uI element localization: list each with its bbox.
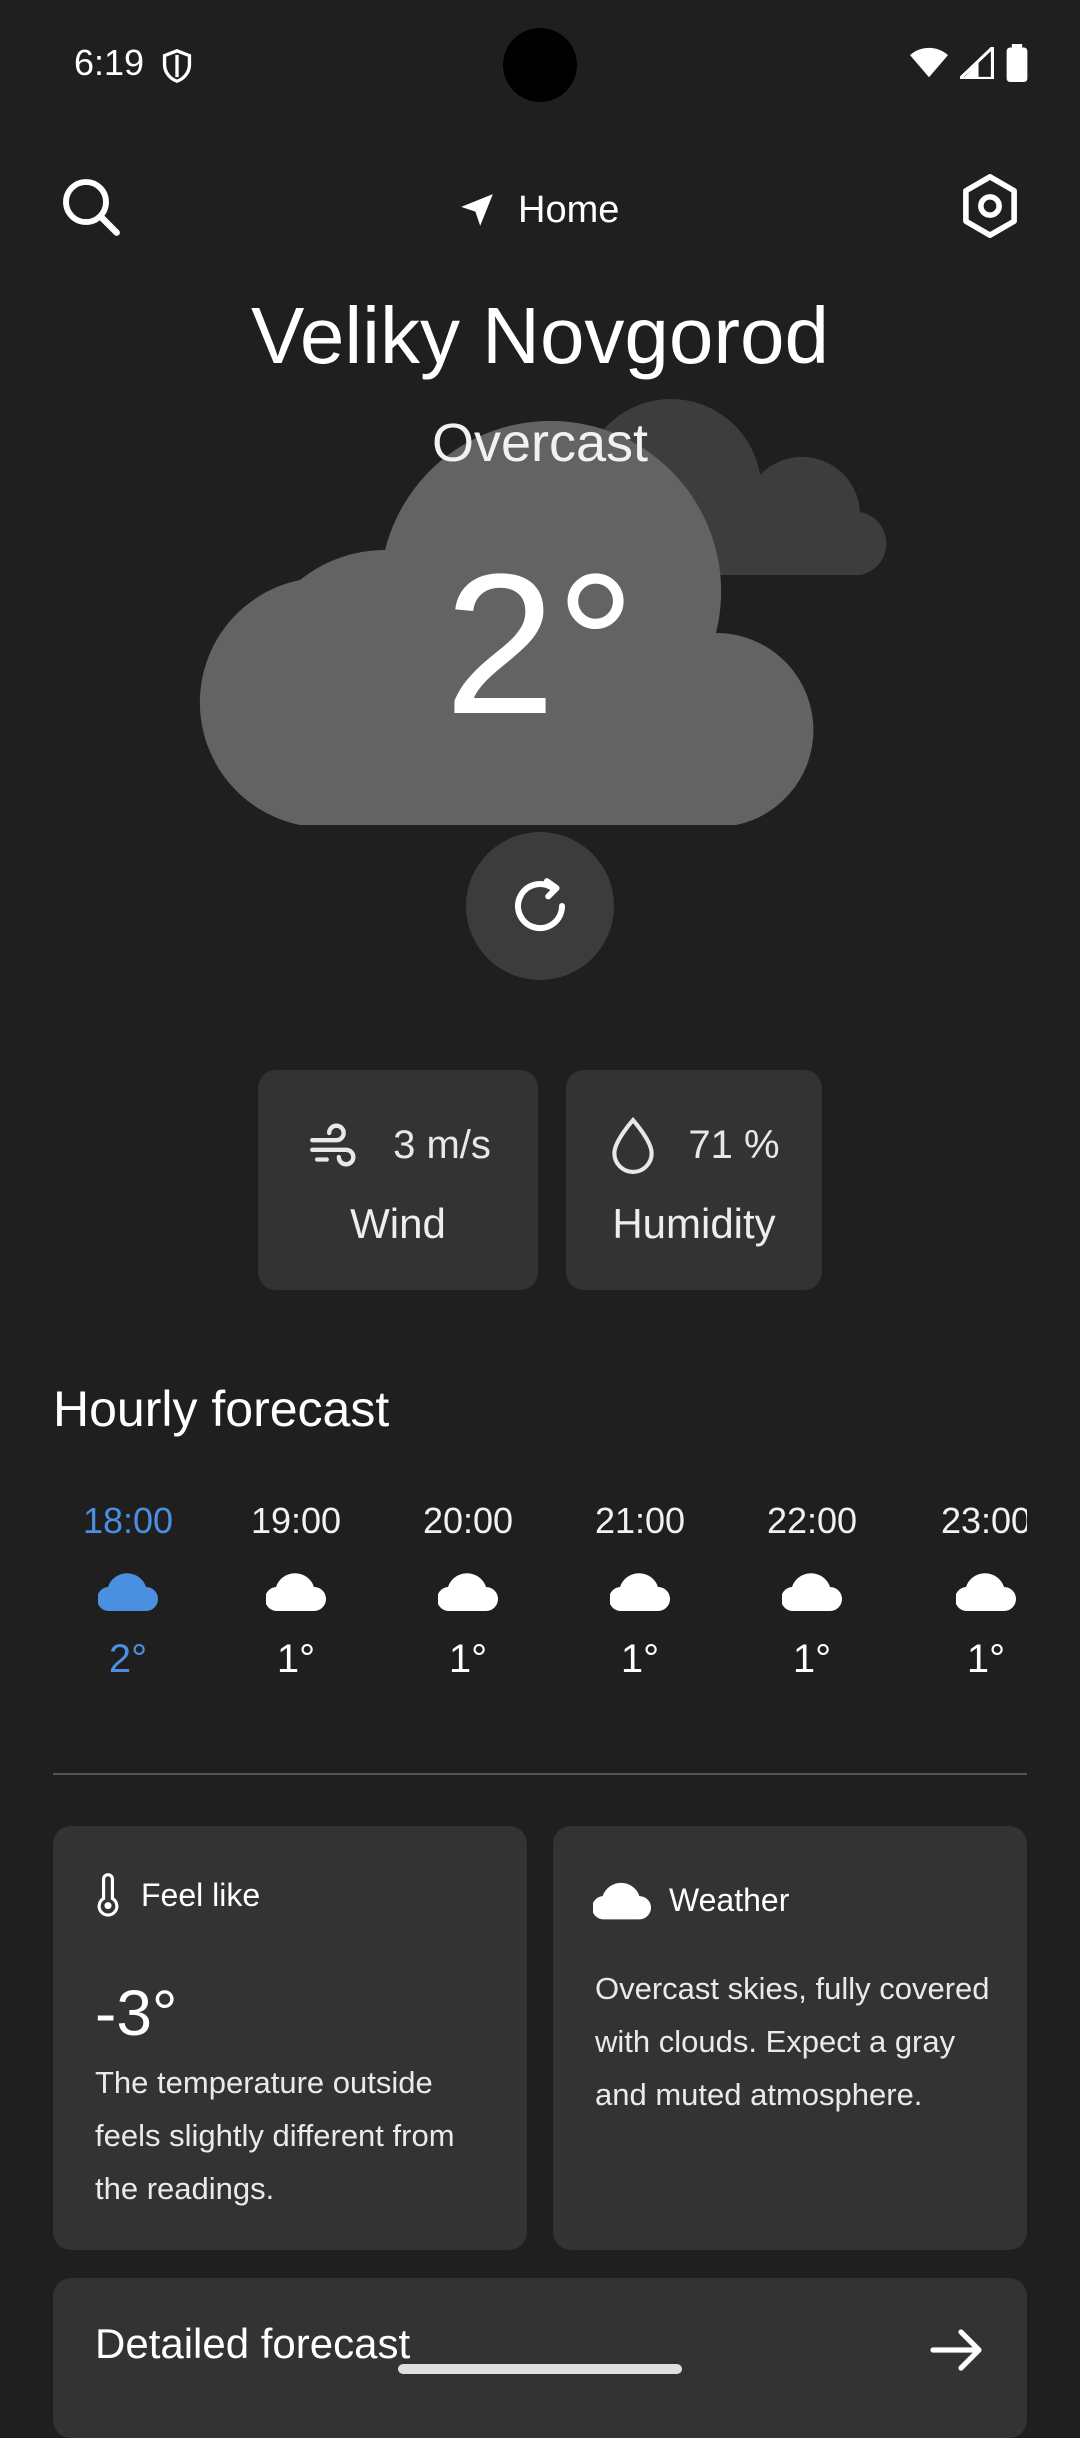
hour-time: 19:00 xyxy=(250,1500,342,1541)
hour-time: 20:00 xyxy=(422,1500,514,1541)
cloud-icon xyxy=(593,1882,651,1920)
settings-button[interactable] xyxy=(952,168,1028,244)
detailed-forecast-label: Detailed forecast xyxy=(95,2320,411,2367)
humidity-label: Humidity xyxy=(612,1200,776,1247)
hourly-forecast-list[interactable]: 18:00 2° 19:00 1° 20:00 1° 21:00 1° 22:0… xyxy=(53,1500,1027,1730)
hour-temp: 1° xyxy=(276,1637,316,1681)
signal-icon xyxy=(960,47,994,79)
home-indicator[interactable] xyxy=(398,2364,682,2374)
feel-like-text: The temperature outside feels slightly d… xyxy=(95,2065,455,2206)
weather-condition: Overcast xyxy=(431,413,649,473)
thermometer-icon xyxy=(97,1873,119,1917)
cloud-icon xyxy=(96,1573,158,1612)
droplet-icon xyxy=(612,1117,655,1174)
hour-time: 22:00 xyxy=(766,1500,858,1541)
wind-icon xyxy=(310,1123,356,1167)
cloud-icon xyxy=(954,1573,1016,1612)
hour-item[interactable]: 20:00 1° xyxy=(393,1500,543,1682)
refresh-button[interactable] xyxy=(466,832,614,980)
navigation-arrow-icon xyxy=(461,194,493,226)
shield-icon xyxy=(162,48,192,83)
hour-time: 18:00 xyxy=(82,1500,174,1541)
weather-card-title: Weather xyxy=(669,1881,790,1918)
camera-cutout xyxy=(503,28,577,102)
hour-time: 23:00 xyxy=(940,1500,1027,1541)
wind-label: Wind xyxy=(350,1200,446,1247)
hour-time: 21:00 xyxy=(594,1500,686,1541)
location-selector[interactable]: Home xyxy=(458,180,619,240)
hour-item[interactable]: 19:00 1° xyxy=(221,1500,371,1682)
cloud-icon xyxy=(436,1573,498,1612)
search-button[interactable] xyxy=(52,168,128,244)
location-label: Home xyxy=(518,188,620,231)
status-time: 6:19 xyxy=(74,42,145,83)
current-temperature: 2° xyxy=(444,533,636,756)
hourly-forecast-title: Hourly forecast xyxy=(53,1381,390,1437)
city-name: Veliky Novgorod xyxy=(250,291,830,380)
weather-card: Weather Overcast skies, fully covered wi… xyxy=(553,1826,1027,2250)
cloud-icon xyxy=(780,1573,842,1612)
divider xyxy=(53,1773,1027,1775)
hour-temp: 1° xyxy=(792,1637,832,1681)
refresh-icon xyxy=(514,878,566,932)
feel-like-card: Feel like -3° The temperature outside fe… xyxy=(53,1826,527,2250)
gear-icon xyxy=(963,174,1017,238)
hour-temp: 2° xyxy=(108,1637,148,1681)
weather-card-text: Overcast skies, fully covered with cloud… xyxy=(595,1971,990,2112)
search-icon xyxy=(63,179,120,236)
hour-temp: 1° xyxy=(620,1637,660,1681)
cloud-icon xyxy=(608,1573,670,1612)
detailed-forecast-button[interactable]: Detailed forecast xyxy=(53,2278,1027,2438)
humidity-value: 71 % xyxy=(688,1122,780,1167)
feel-like-title: Feel like xyxy=(141,1876,261,1913)
hour-item[interactable]: 23:00 1° xyxy=(911,1500,1027,1682)
hour-item[interactable]: 21:00 1° xyxy=(565,1500,715,1682)
hour-item[interactable]: 18:00 2° xyxy=(53,1500,203,1682)
humidity-card: 71 % Humidity xyxy=(566,1070,822,1290)
arrow-right-icon xyxy=(930,2329,982,2371)
cloud-icon xyxy=(264,1573,326,1612)
wifi-icon xyxy=(910,47,948,78)
hour-item[interactable]: 22:00 1° xyxy=(737,1500,887,1682)
feel-like-value: -3° xyxy=(95,1977,178,2049)
hour-temp: 1° xyxy=(448,1637,488,1681)
wind-value: 3 m/s xyxy=(393,1122,491,1167)
hour-temp: 1° xyxy=(966,1637,1006,1681)
status-icons xyxy=(910,44,1028,82)
battery-icon xyxy=(1006,44,1028,82)
wind-card: 3 m/s Wind xyxy=(258,1070,538,1290)
